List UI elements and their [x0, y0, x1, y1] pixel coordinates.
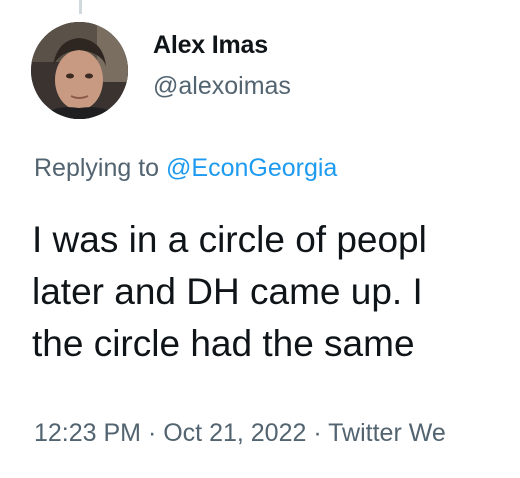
tweet-text-line: later and DH came up. I [32, 271, 423, 312]
tweet-time-link[interactable]: 12:23 PM [34, 419, 141, 447]
replying-to-label: Replying to [34, 154, 160, 182]
tweet-text-line: I was in a circle of peopl [32, 219, 427, 260]
tweet-text-line: the circle had the same [32, 323, 415, 364]
author-handle[interactable]: @alexoimas [153, 72, 291, 101]
profile-photo-icon [31, 22, 128, 119]
tweet-text: I was in a circle of peopl later and DH … [32, 214, 520, 370]
meta-separator: · [306, 419, 329, 447]
tweet-date-link[interactable]: Oct 21, 2022 [163, 419, 306, 447]
tweet-meta: 12:23 PM · Oct 21, 2022 · Twitter We [34, 419, 520, 448]
author-name[interactable]: Alex Imas [153, 31, 268, 60]
replying-to: Replying to @EconGeorgia [34, 154, 337, 183]
reply-mention-link[interactable]: @EconGeorgia [166, 154, 337, 182]
tweet-source: Twitter We [328, 419, 446, 447]
thread-connector-line [79, 0, 82, 14]
meta-separator: · [141, 419, 164, 447]
author-avatar[interactable] [31, 22, 128, 119]
